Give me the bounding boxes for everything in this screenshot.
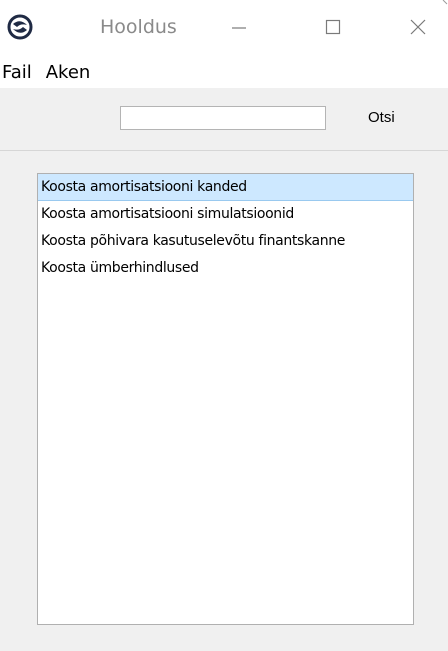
list-item-label: Koosta põhivara kasutuselevõtu finantska…: [41, 233, 346, 249]
window-title: Hooldus: [100, 16, 177, 38]
list-item[interactable]: Koosta ümberhindlused: [38, 255, 413, 282]
list-item[interactable]: Koosta amortisatsiooni simulatsioonid: [38, 201, 413, 228]
list-item-label: Koosta amortisatsiooni simulatsioonid: [41, 206, 294, 222]
search-toolbar: Otsi: [0, 88, 448, 151]
close-button[interactable]: [396, 10, 440, 44]
maintenance-list[interactable]: Koosta amortisatsiooni kanded Koosta amo…: [37, 173, 414, 625]
window-edge-mark: [442, 0, 448, 5]
search-button[interactable]: Otsi: [360, 106, 420, 130]
app-logo-icon: [7, 14, 33, 40]
title-bar[interactable]: Hooldus: [0, 0, 448, 58]
search-input[interactable]: [120, 106, 326, 130]
minimize-button[interactable]: [217, 10, 261, 44]
maintenance-window: Hooldus Fail Aken Otsi Koosta amortisats…: [0, 0, 448, 651]
list-item[interactable]: Koosta põhivara kasutuselevõtu finantska…: [38, 228, 413, 255]
list-item-label: Koosta amortisatsiooni kanded: [41, 179, 247, 195]
list-item-label: Koosta ümberhindlused: [41, 260, 199, 276]
maximize-icon: [325, 19, 341, 35]
minimize-icon: [232, 27, 246, 29]
menu-bar: Fail Aken: [0, 58, 448, 88]
list-item[interactable]: Koosta amortisatsiooni kanded: [38, 174, 413, 201]
close-icon: [410, 19, 426, 35]
menu-aken[interactable]: Aken: [46, 58, 97, 88]
menu-fail[interactable]: Fail: [2, 58, 38, 88]
maximize-button[interactable]: [311, 10, 355, 44]
